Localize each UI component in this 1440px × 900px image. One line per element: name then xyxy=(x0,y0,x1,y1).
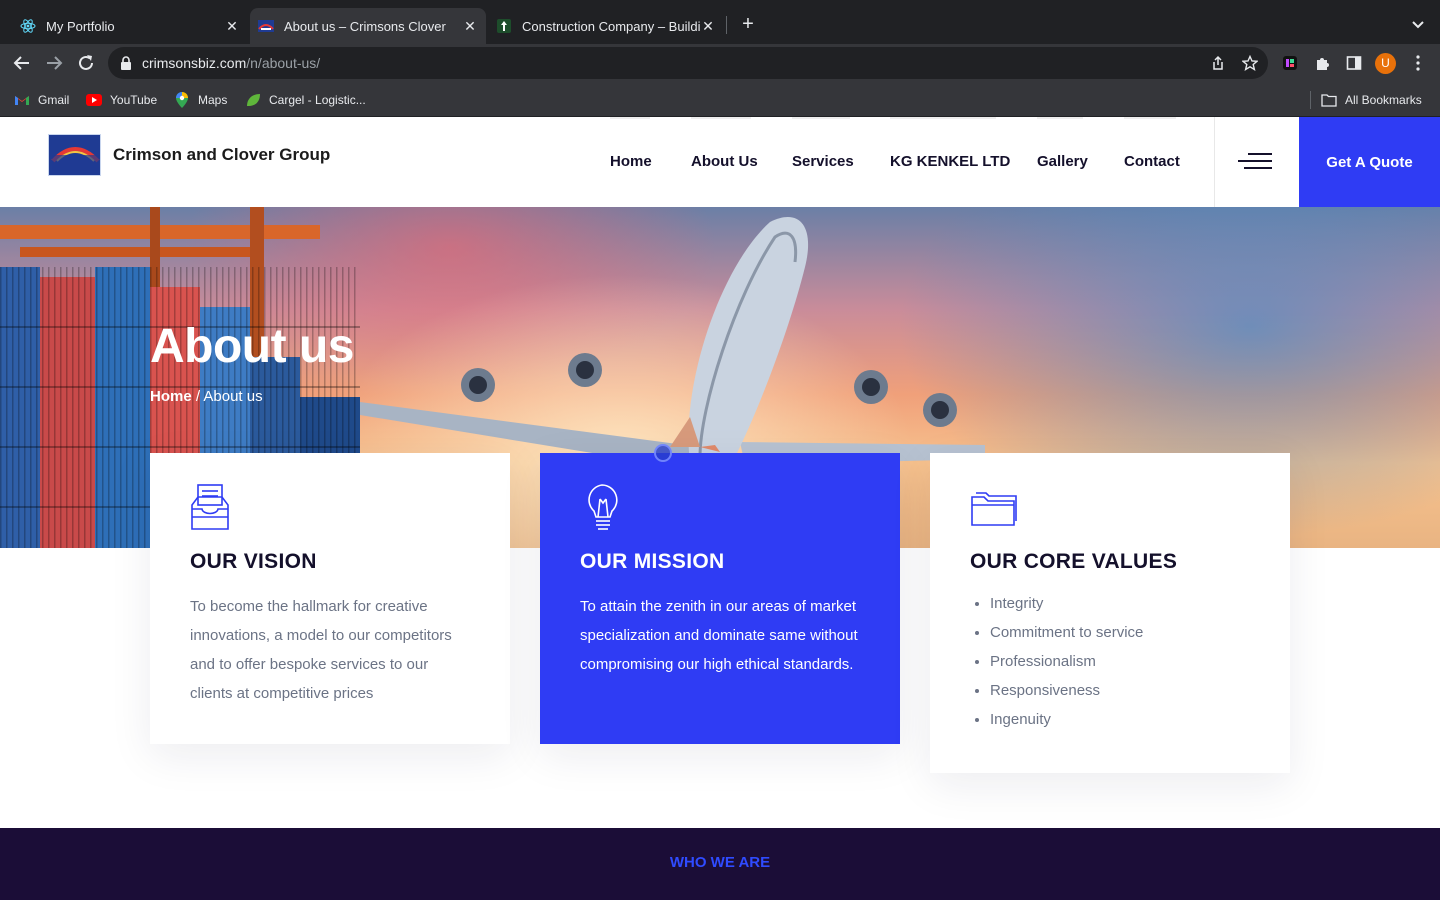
hamburger-menu-icon[interactable] xyxy=(1238,153,1272,171)
company-logo[interactable] xyxy=(48,134,101,176)
list-item: Ingenuity xyxy=(990,705,1250,734)
browser-tab-bar: My Portfolio ✕ About us – Crimsons Clove… xyxy=(0,0,1440,44)
construction-favicon-icon xyxy=(496,18,512,34)
back-button[interactable] xyxy=(10,51,34,75)
bookmarks-separator xyxy=(1310,91,1311,109)
nav-contact[interactable]: Contact xyxy=(1124,153,1180,170)
tab-title: My Portfolio xyxy=(46,18,115,34)
browser-toolbar: crimsonsbiz.com/n/about-us/ U xyxy=(0,44,1440,82)
bookmark-label: YouTube xyxy=(110,93,158,107)
bookmark-label: Cargel - Logistic... xyxy=(269,93,366,107)
reload-button[interactable] xyxy=(74,51,98,75)
nav-decoration xyxy=(691,117,751,119)
close-tab-icon[interactable]: ✕ xyxy=(462,18,478,34)
all-bookmarks-label: All Bookmarks xyxy=(1345,93,1422,107)
tab-my-portfolio[interactable]: My Portfolio ✕ xyxy=(12,8,248,44)
core-values-title: OUR CORE VALUES xyxy=(970,550,1178,573)
site-header: Crimson and Clover Group Home About Us S… xyxy=(0,117,1440,207)
tab-title: Construction Company – Buildi xyxy=(522,18,700,34)
header-divider xyxy=(1214,117,1215,207)
gmail-icon xyxy=(14,92,30,108)
nav-decoration xyxy=(890,117,996,119)
list-item: Integrity xyxy=(990,589,1250,618)
nav-home[interactable]: Home xyxy=(610,153,652,170)
maps-pin-icon xyxy=(174,92,190,108)
reload-icon xyxy=(79,55,93,70)
tab-construction-company[interactable]: Construction Company – Buildi ✕ xyxy=(488,8,724,44)
nav-decoration xyxy=(610,117,650,119)
core-values-card: OUR CORE VALUES Integrity Commitment to … xyxy=(930,453,1290,773)
bookmark-label: Maps xyxy=(198,93,228,107)
cursor-indicator xyxy=(654,444,672,462)
mission-card: OUR MISSION To attain the zenith in our … xyxy=(540,453,900,744)
leaf-icon xyxy=(245,92,261,108)
share-icon[interactable] xyxy=(1210,55,1226,71)
folder-icon xyxy=(1321,92,1337,108)
side-panel-icon[interactable] xyxy=(1344,53,1364,73)
nav-decoration xyxy=(1037,117,1083,119)
bookmark-gmail[interactable]: Gmail xyxy=(14,91,69,109)
tab-title: About us – Crimsons Clover xyxy=(284,18,446,34)
close-tab-icon[interactable]: ✕ xyxy=(700,18,716,34)
extension-icon[interactable] xyxy=(1280,53,1300,73)
all-bookmarks-button[interactable]: All Bookmarks xyxy=(1321,91,1422,109)
new-tab-button[interactable]: + xyxy=(738,14,758,34)
breadcrumb-current: About us xyxy=(203,388,263,405)
nav-decoration xyxy=(792,117,850,119)
tab-separator xyxy=(726,16,727,34)
bookmark-maps[interactable]: Maps xyxy=(174,91,227,109)
breadcrumb-separator: / xyxy=(191,388,204,405)
react-icon xyxy=(20,18,36,34)
vision-text: To become the hallmark for creative inno… xyxy=(190,598,452,702)
who-we-are-title: WHO WE ARE xyxy=(669,854,771,871)
who-we-are-section: WHO WE ARE xyxy=(0,828,1440,900)
bookmark-youtube[interactable]: YouTube xyxy=(86,91,157,109)
brand-name[interactable]: Crimson and Clover Group xyxy=(113,145,330,165)
page-title: About us xyxy=(150,320,354,373)
mission-title: OUR MISSION xyxy=(580,550,725,573)
nav-kg-kenkel[interactable]: KG KENKEL LTD xyxy=(890,153,1010,170)
tab-about-us[interactable]: About us – Crimsons Clover ✕ xyxy=(250,8,486,44)
mission-text: To attain the zenith in our areas of mar… xyxy=(580,598,858,673)
lightbulb-icon xyxy=(580,483,628,535)
list-item: Responsiveness xyxy=(990,676,1250,705)
lock-icon xyxy=(120,56,132,75)
arrow-left-icon xyxy=(13,56,29,70)
youtube-icon xyxy=(86,92,102,108)
close-tab-icon[interactable]: ✕ xyxy=(224,18,240,34)
bookmark-star-icon[interactable] xyxy=(1241,54,1259,71)
profile-avatar[interactable]: U xyxy=(1375,53,1396,74)
folder-icon xyxy=(970,483,1018,535)
list-item: Professionalism xyxy=(990,647,1250,676)
core-values-list: Integrity Commitment to service Professi… xyxy=(970,589,1250,734)
address-bar[interactable]: crimsonsbiz.com/n/about-us/ xyxy=(108,47,1268,79)
tab-search-chevron-icon[interactable] xyxy=(1408,14,1428,34)
list-item: Commitment to service xyxy=(990,618,1250,647)
bookmarks-bar: Gmail YouTube Maps Cargel - Logistic... … xyxy=(0,82,1440,117)
vision-title: OUR VISION xyxy=(190,550,317,573)
url-text: crimsonsbiz.com/n/about-us/ xyxy=(142,55,321,71)
bookmark-cargel[interactable]: Cargel - Logistic... xyxy=(245,91,366,109)
inbox-tray-icon xyxy=(190,483,238,535)
site-favicon-icon xyxy=(258,18,274,34)
nav-about-us[interactable]: About Us xyxy=(691,153,758,170)
breadcrumb-home-link[interactable]: Home xyxy=(150,388,192,405)
nav-gallery[interactable]: Gallery xyxy=(1037,153,1088,170)
puzzle-extensions-icon[interactable] xyxy=(1312,53,1332,73)
arrow-right-icon xyxy=(47,56,63,70)
vision-card: OUR VISION To become the hallmark for cr… xyxy=(150,453,510,744)
breadcrumb: Home / About us xyxy=(150,388,263,405)
get-a-quote-button[interactable]: Get A Quote xyxy=(1299,117,1440,207)
bookmark-label: Gmail xyxy=(38,93,70,107)
kebab-menu-icon[interactable] xyxy=(1408,53,1428,73)
forward-button[interactable] xyxy=(42,51,66,75)
nav-decoration xyxy=(1124,117,1176,119)
nav-services[interactable]: Services xyxy=(792,153,854,170)
